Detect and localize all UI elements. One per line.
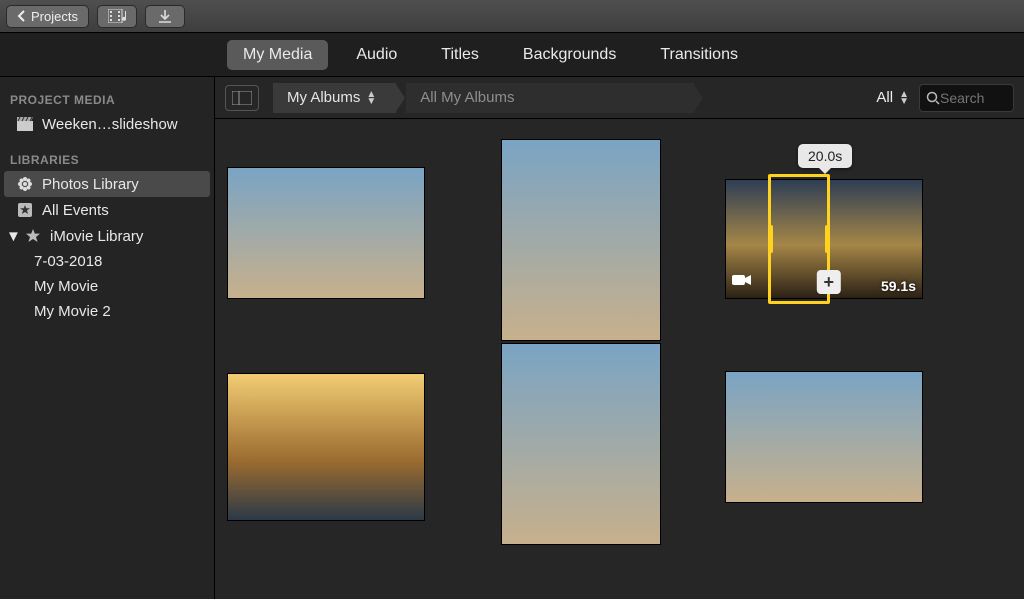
tab-my-media[interactable]: My Media [227,40,328,70]
sidebar-project-item[interactable]: Weeken…slideshow [0,111,214,137]
flower-icon [16,175,34,193]
layout-toggle-button[interactable] [225,85,259,111]
sidebar-imovie-library[interactable]: ▼ iMovie Library [0,223,214,249]
back-to-projects-button[interactable]: Projects [6,5,89,28]
tab-transitions[interactable]: Transitions [644,40,754,70]
download-arrow-icon [158,9,172,23]
sidebar-layout-icon [232,91,252,105]
content-area: My Albums ▲▼ All My Albums All ▲▼ 20.0s [215,77,1024,599]
sidebar-project-label: Weeken…slideshow [42,116,178,133]
clapperboard-icon [16,115,34,133]
media-thumbnail-photo[interactable] [501,139,661,341]
star-icon [16,201,34,219]
add-clip-button[interactable]: + [817,270,841,294]
filmstrip-music-icon [108,9,126,23]
search-input[interactable] [940,90,1000,106]
media-thumbnail-photo[interactable] [725,371,923,503]
video-camera-icon [732,273,752,292]
search-box[interactable] [919,84,1014,112]
sidebar-header-libraries: LIBRARIES [0,147,214,171]
selection-duration-tooltip: 20.0s [798,144,852,168]
sidebar-event-1[interactable]: My Movie [0,274,214,299]
back-label: Projects [31,9,78,24]
sidebar-photos-label: Photos Library [42,176,139,193]
clip-duration-label: 59.1s [881,278,916,294]
chevron-left-icon [17,10,25,22]
tab-audio[interactable]: Audio [340,40,413,70]
sort-arrows-icon: ▲▼ [366,91,376,105]
sidebar-event-2[interactable]: My Movie 2 [0,299,214,324]
filter-bar: My Albums ▲▼ All My Albums All ▲▼ [215,77,1024,119]
sort-arrows-icon: ▲▼ [899,91,909,105]
media-view-button[interactable] [97,5,137,28]
sidebar-all-events-label: All Events [42,202,109,219]
sidebar-event-0[interactable]: 7-03-2018 [0,249,214,274]
tab-titles[interactable]: Titles [425,40,495,70]
media-thumbnail-photo[interactable] [501,343,661,545]
media-thumbnail-photo[interactable] [227,373,425,521]
sidebar: PROJECT MEDIA Weeken…slideshow LIBRARIES… [0,77,215,599]
breadcrumb-all-my-albums[interactable]: All My Albums [406,83,694,113]
import-button[interactable] [145,5,185,28]
media-grid: 20.0s + 59.1s [215,119,1024,599]
sidebar-all-events[interactable]: All Events [0,197,214,223]
search-icon [926,91,940,105]
sidebar-imovie-label: iMovie Library [50,228,143,245]
disclosure-triangle-icon[interactable]: ▼ [6,228,16,245]
media-tabs: My Media Audio Titles Backgrounds Transi… [0,33,1024,77]
sidebar-header-project-media: PROJECT MEDIA [0,87,214,111]
sidebar-photos-library[interactable]: Photos Library [4,171,210,197]
filter-all-dropdown[interactable]: All ▲▼ [876,89,909,106]
top-toolbar: Projects [0,0,1024,33]
tab-backgrounds[interactable]: Backgrounds [507,40,632,70]
media-thumbnail-photo[interactable] [227,167,425,299]
breadcrumb-my-albums[interactable]: My Albums ▲▼ [273,83,396,113]
star-icon [24,227,42,245]
media-thumbnail-video[interactable]: 20.0s + 59.1s [725,179,923,299]
